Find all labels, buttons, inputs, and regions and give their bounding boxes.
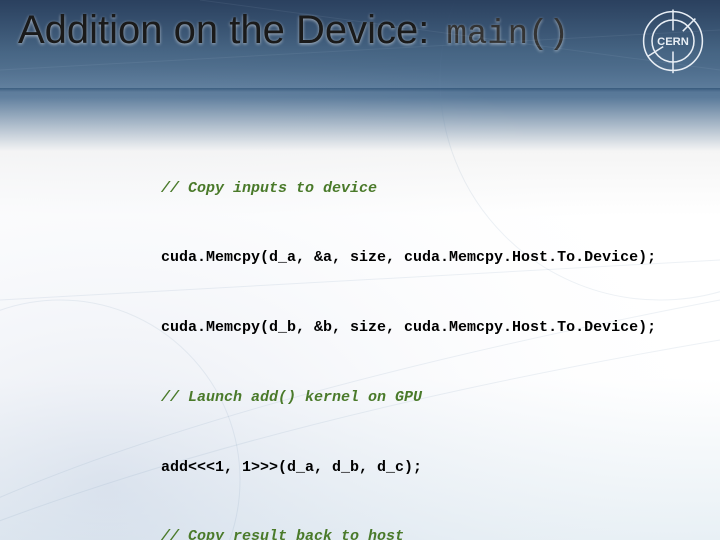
title-main-text: Addition on the Device:	[18, 8, 429, 52]
code-comment: // Launch add() kernel on GPU	[105, 386, 710, 409]
slide-title: Addition on the Device: main()	[18, 8, 569, 54]
slide-header: Addition on the Device: main() CERN	[0, 0, 720, 88]
code-block: // Copy inputs to device cuda.Memcpy(d_a…	[105, 130, 710, 540]
cern-logo-text: CERN	[657, 36, 689, 48]
cern-logo: CERN	[638, 6, 708, 76]
code-comment: // Copy inputs to device	[105, 177, 710, 200]
code-stmt: cuda.Memcpy(d_b, &b, size, cuda.Memcpy.H…	[105, 316, 710, 339]
code-stmt: add<<<1, 1>>>(d_a, d_b, d_c);	[105, 456, 710, 479]
code-comment: // Copy result back to host	[105, 525, 710, 540]
code-stmt: cuda.Memcpy(d_a, &a, size, cuda.Memcpy.H…	[105, 246, 710, 269]
title-function-name: main()	[447, 16, 569, 54]
